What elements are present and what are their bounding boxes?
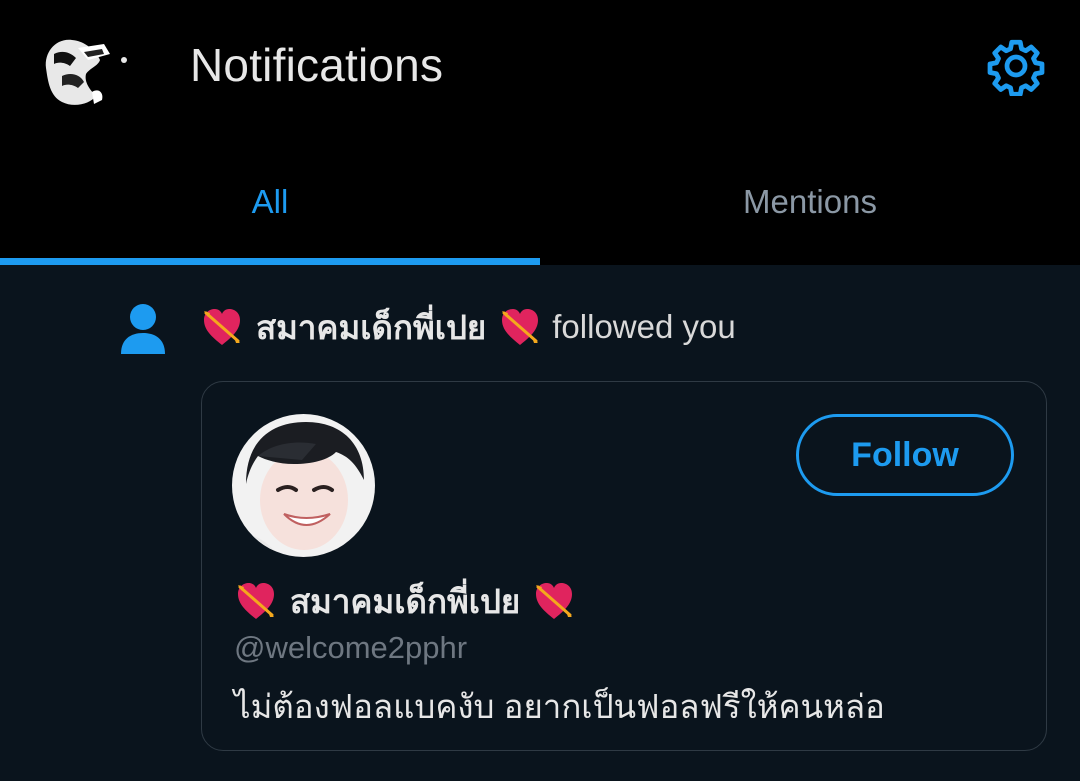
heart-with-arrow-icon [532, 579, 576, 623]
notification-user-name[interactable]: สมาคมเด็กพี่เปย [256, 301, 486, 354]
heart-with-arrow-icon [498, 305, 542, 349]
profile-display-name[interactable]: สมาคมเด็กพี่เปย [290, 575, 520, 628]
page-title: Notifications [190, 39, 444, 91]
heart-with-arrow-icon [234, 579, 278, 623]
card-name-line[interactable]: สมาคมเด็กพี่เปย [234, 576, 576, 626]
heart-with-arrow-icon [200, 305, 244, 349]
user-avatar[interactable] [40, 30, 130, 110]
profile-handle: @welcome2pphr [234, 630, 468, 665]
top-bar: Notifications All Mentions [0, 0, 1080, 265]
profile-bio: ไม่ต้องฟอลแบคงับ อยากเป็นฟอลฟรีให้คนหล่อ [234, 688, 885, 725]
follow-button[interactable]: Follow [796, 414, 1014, 496]
avatar[interactable] [232, 414, 375, 557]
gear-icon[interactable] [986, 36, 1046, 97]
person-icon [118, 302, 168, 356]
tab-mentions[interactable]: Mentions [540, 183, 1080, 221]
active-tab-indicator [0, 258, 540, 265]
notification-action: followed you [552, 308, 736, 345]
notification-text[interactable]: สมาคมเด็กพี่เปย followed you [200, 302, 736, 352]
tab-all[interactable]: All [0, 183, 540, 221]
